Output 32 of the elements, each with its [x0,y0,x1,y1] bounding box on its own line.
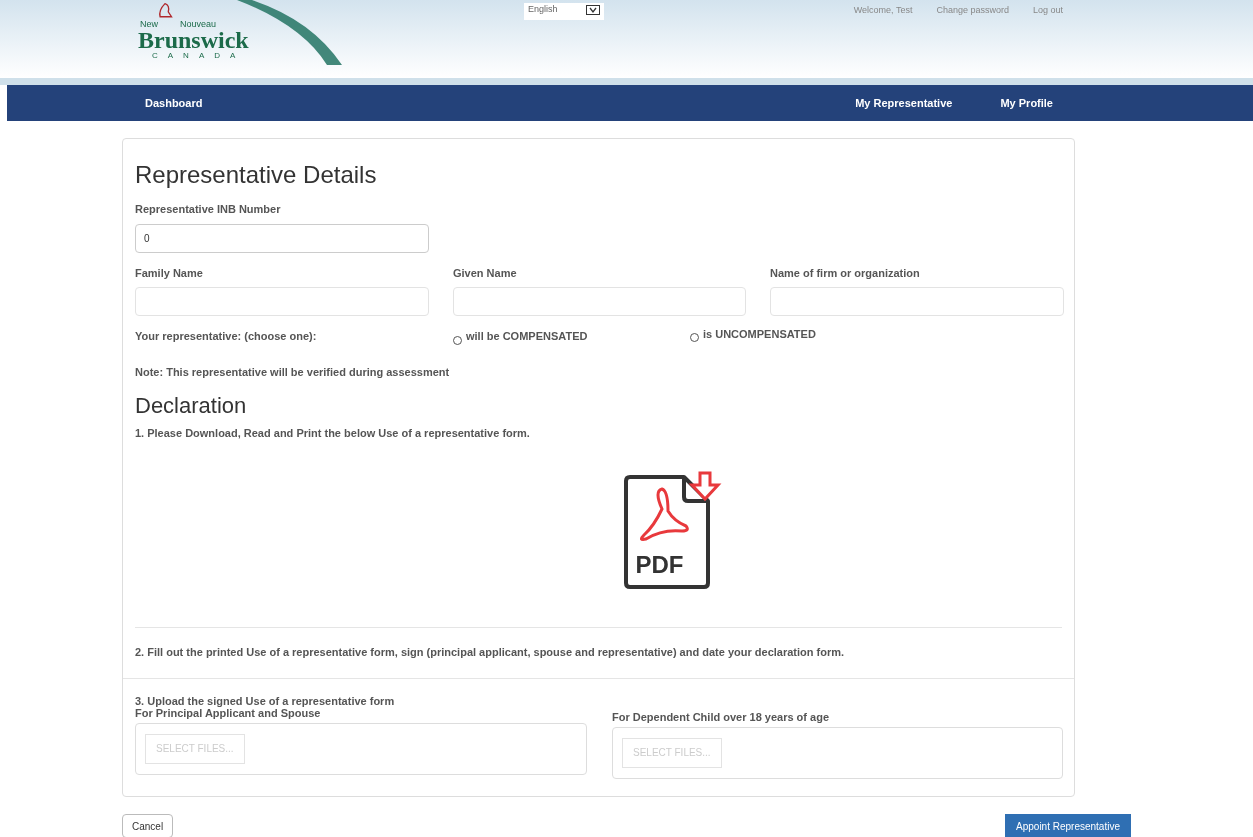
section-title: Representative Details [135,163,378,187]
logo-text: Nouveau [180,20,217,29]
logo-text: Brunswick [138,28,249,52]
nav-link[interactable]: My Profile [1000,94,1053,112]
step-text: 2. Fill out the printed Use of a representative form, sign (principal applicant, spouse and representative) and date your declaration form. [135,645,846,660]
radio-button[interactable] [453,335,462,345]
field-label: Representative INB Number [135,202,282,217]
cancel-button[interactable]: Cancel [122,814,174,837]
language-select[interactable]: English [524,3,604,20]
step-text: 1. Please Download, Read and Print the below Use of a representative form. [135,425,531,441]
field-label: Your representative: (choose one): [135,329,318,342]
appoint-representative-button[interactable]: Appoint Representative [1005,814,1131,837]
input-field[interactable] [135,287,429,316]
input-field[interactable] [770,287,1064,316]
nav-link[interactable]: Dashboard [145,94,203,112]
radio-button[interactable] [690,333,699,342]
logo-text: CANADA [152,52,246,60]
field-label: Name of firm or organization [770,265,921,281]
note-text: Note: This representative will be verified during assessment [135,365,451,380]
field-label: Family Name [135,265,204,281]
radio-label: is UNCOMPENSATED [703,326,816,342]
radio-label: will be COMPENSATED [466,329,588,344]
section-title: Declaration [135,394,248,417]
field-label: For Principal Applicant and Spouse [135,706,321,719]
input-field[interactable] [453,287,746,316]
field-label: For Dependent Child over 18 years of age [612,710,830,723]
nav-link[interactable]: My Representative [855,94,953,112]
caret-icon [586,5,600,15]
logo-text: New [140,20,158,29]
input-field[interactable]: 0 [135,223,429,253]
step-text: 3. Upload the signed Use of a representative form [135,694,396,707]
field-label: Given Name [453,265,518,281]
